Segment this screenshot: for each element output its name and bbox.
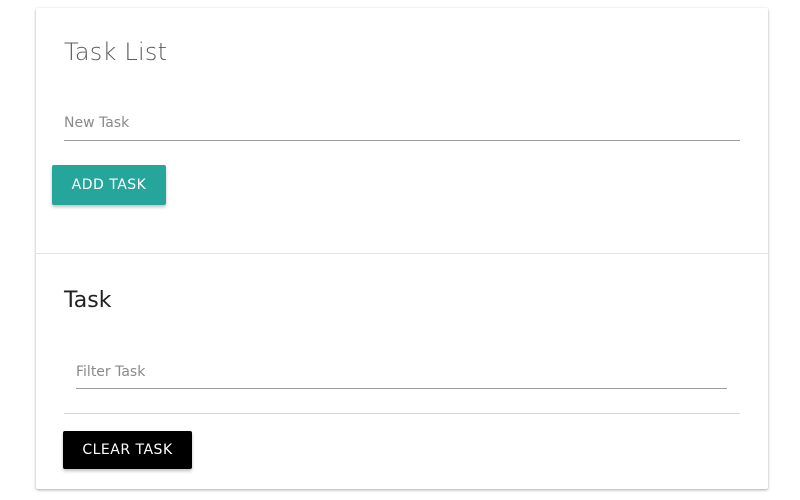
clear-task-button[interactable]: CLEAR TASK: [63, 431, 192, 469]
task-list-title: Task List: [64, 38, 168, 66]
tasks-section-title: Task: [64, 288, 112, 313]
new-task-input[interactable]: [64, 106, 740, 141]
section-divider: [36, 253, 768, 254]
task-list-divider: [64, 413, 740, 414]
task-card: Task List ADD TASK Task CLEAR TASK: [36, 8, 768, 489]
filter-task-input[interactable]: [76, 355, 727, 389]
add-task-button[interactable]: ADD TASK: [52, 165, 166, 205]
